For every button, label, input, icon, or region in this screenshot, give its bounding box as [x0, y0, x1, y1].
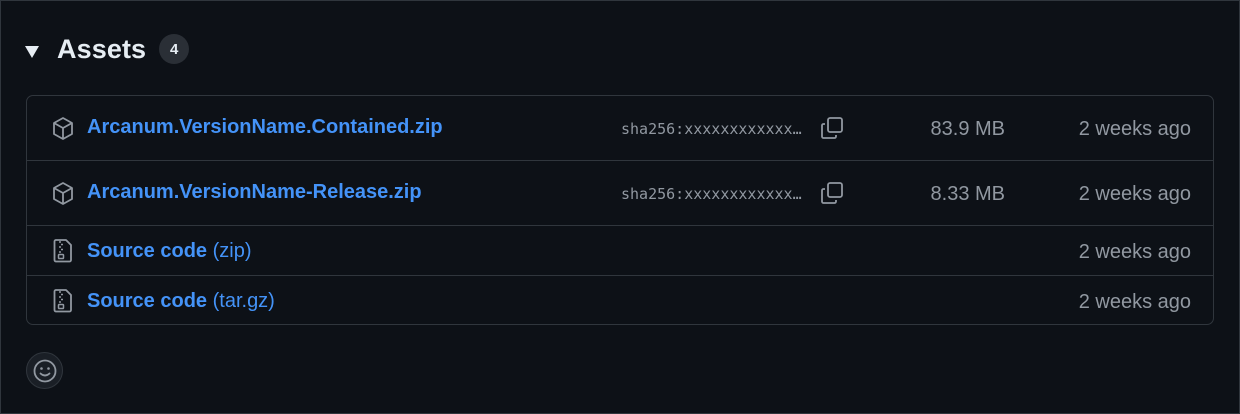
copy-sha-button[interactable]: [817, 113, 847, 143]
copy-icon: [821, 182, 843, 204]
asset-row: Source code (zip) 2 weeks ago: [27, 226, 1213, 276]
asset-size: 83.9 MB: [930, 118, 1005, 140]
source-code-format: (zip): [212, 240, 252, 262]
asset-size: 8.33 MB: [930, 183, 1005, 205]
asset-download-link[interactable]: Arcanum.VersionName.Contained.zip: [87, 116, 443, 139]
file-zip-icon: [51, 238, 75, 264]
asset-download-link[interactable]: Arcanum.VersionName-Release.zip: [87, 181, 422, 204]
asset-row: Arcanum.VersionName-Release.zip sha256:x…: [27, 161, 1213, 226]
file-zip-icon: [51, 288, 75, 314]
asset-row: Source code (tar.gz) 2 weeks ago: [27, 276, 1213, 326]
package-icon: [51, 116, 75, 142]
smiley-icon: [33, 359, 56, 382]
assets-toggle[interactable]: Assets 4: [25, 33, 190, 65]
asset-date: 2 weeks ago: [1078, 241, 1191, 263]
asset-sha256: sha256:xxxxxxxxxxxxxxxxxxxxxxxxxxxxxxxx: [621, 120, 803, 138]
assets-list: Arcanum.VersionName.Contained.zip sha256…: [26, 95, 1214, 325]
asset-sha256: sha256:xxxxxxxxxxxxxxxxxxxxxxxxxxxxxxxx: [621, 185, 803, 203]
assets-count-badge: 4: [159, 34, 190, 64]
copy-icon: [821, 117, 843, 139]
assets-title: Assets: [57, 33, 147, 64]
source-code-targz-link[interactable]: Source code (tar.gz): [87, 290, 275, 313]
copy-sha-button[interactable]: [817, 178, 847, 208]
asset-date: 2 weeks ago: [1078, 118, 1191, 140]
source-code-zip-link[interactable]: Source code (zip): [87, 240, 252, 263]
asset-date: 2 weeks ago: [1078, 183, 1191, 205]
source-code-format: (tar.gz): [212, 290, 275, 312]
add-reaction-button[interactable]: [26, 352, 63, 389]
asset-row: Arcanum.VersionName.Contained.zip sha256…: [27, 96, 1213, 161]
triangle-down-icon: [25, 46, 39, 58]
source-code-label: Source code: [87, 240, 208, 262]
package-icon: [51, 181, 75, 207]
release-panel: Assets 4 Arcanum.VersionName.Contained.z…: [0, 0, 1240, 414]
asset-date: 2 weeks ago: [1078, 291, 1191, 313]
source-code-label: Source code: [87, 290, 208, 312]
